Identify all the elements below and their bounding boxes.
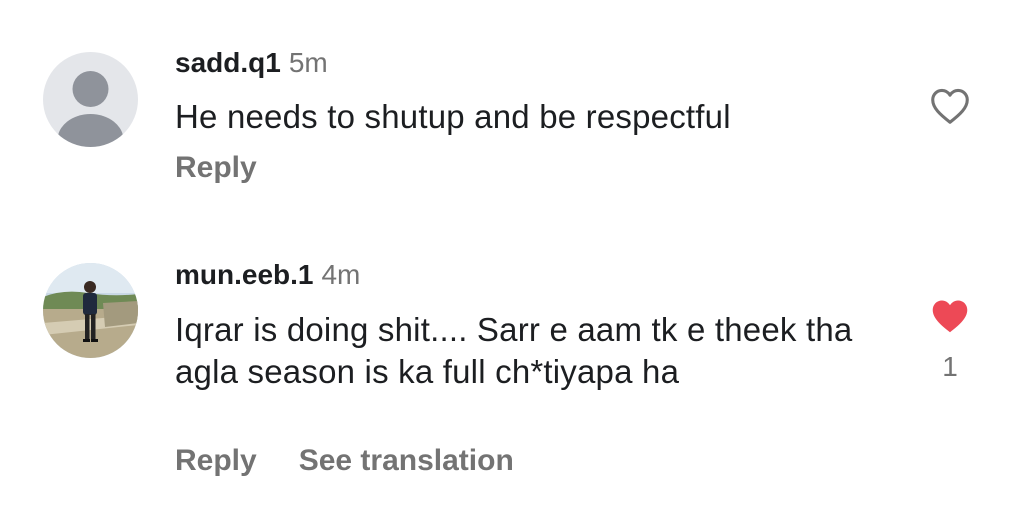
like-button[interactable] [926,85,974,130]
comment-header: mun.eeb.1 4m [175,258,360,292]
comment-text: Iqrar is doing shit.... Sarr e aam tk e … [175,311,853,390]
comment-header: sadd.q1 5m [175,46,328,80]
comment-item: sadd.q1 5m He needs to shutup and be resp… [0,40,1024,200]
user-silhouette-icon [43,52,138,147]
heart-filled-icon [932,300,968,333]
reply-button[interactable]: Reply [175,151,257,184]
see-translation-button[interactable]: See translation [299,444,514,477]
reply-button[interactable]: Reply [175,444,257,477]
heart-outline-icon [931,88,969,124]
user-photo-avatar[interactable] [43,263,138,358]
profile-photo-image [43,263,138,358]
like-count: 1 [942,351,958,382]
comment-text: He needs to shutup and be respectful [175,98,731,135]
comment-timestamp: 4m [321,259,361,290]
like-button[interactable]: 1 [926,295,974,384]
comment-actions: Reply See translation [175,443,514,479]
comment-actions: Reply [175,150,257,186]
comment-timestamp: 5m [288,47,328,78]
comment-item: mun.eeb.1 4m Iqrar is doing shit.... Sarr… [0,255,1024,508]
default-user-avatar[interactable] [43,52,138,147]
comment-username[interactable]: sadd.q1 [175,47,281,78]
comment-username[interactable]: mun.eeb.1 [175,259,313,290]
